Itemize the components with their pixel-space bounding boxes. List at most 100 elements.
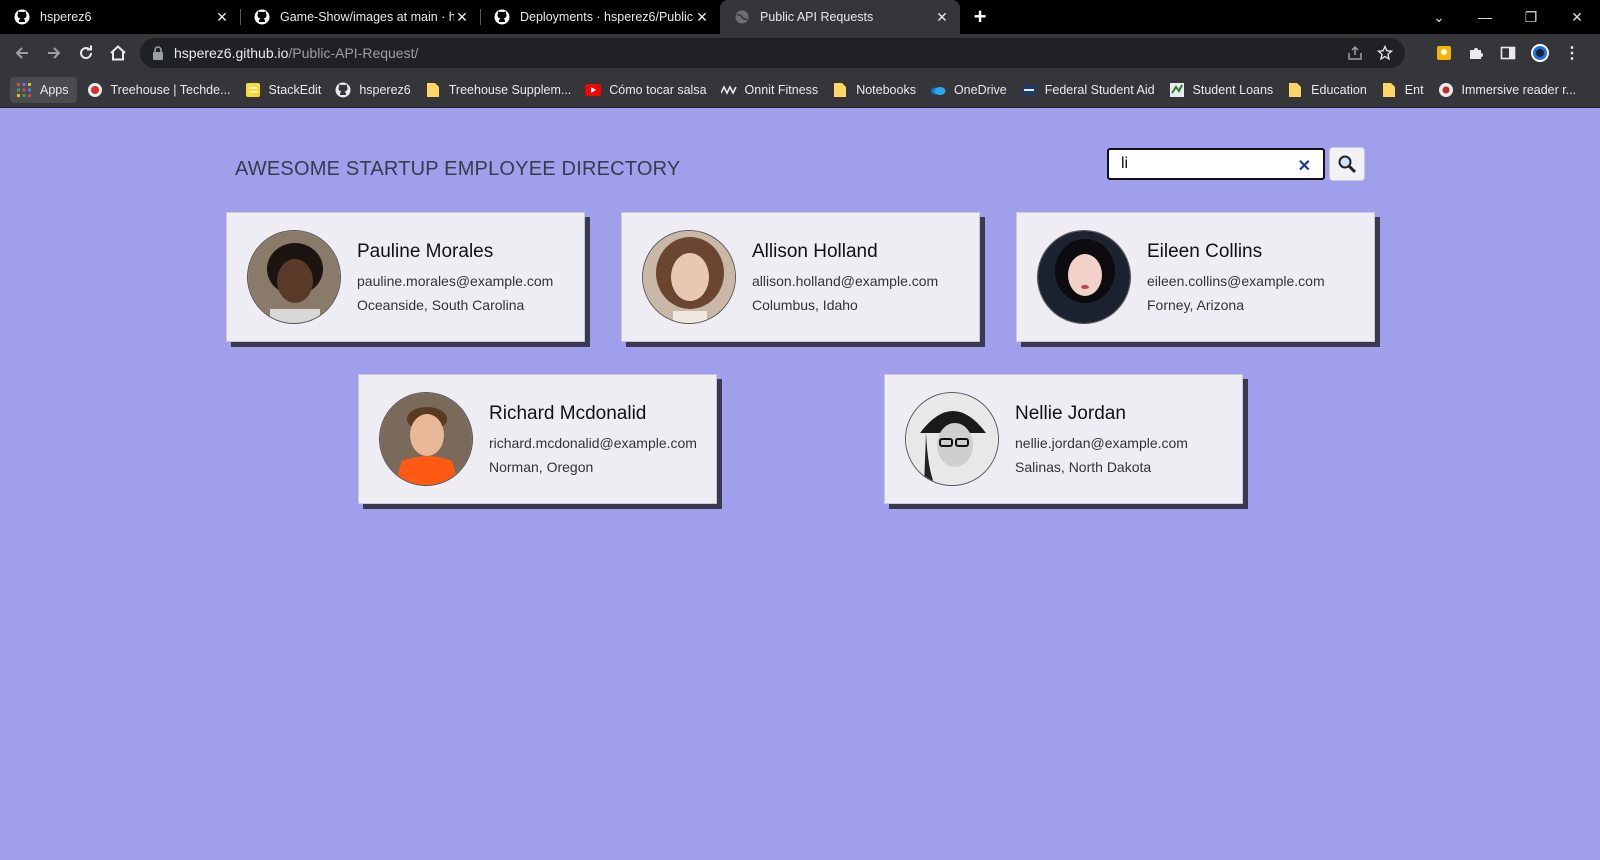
- employee-card[interactable]: Eileen Collins eileen.collins@example.co…: [1016, 212, 1375, 342]
- bookmark-stackedit[interactable]: StackEdit: [239, 77, 330, 103]
- bookmark-treehouse[interactable]: Treehouse | Techde...: [81, 77, 239, 103]
- employee-name: Richard Mcdonalid: [489, 403, 647, 424]
- employee-name: Eileen Collins: [1147, 241, 1263, 262]
- share-icon[interactable]: [1347, 45, 1363, 61]
- clear-search-icon[interactable]: ✕: [1298, 156, 1311, 176]
- bookmark-education[interactable]: Education: [1281, 77, 1375, 103]
- student-loans-icon: [1169, 82, 1185, 98]
- employee-avatar: [1037, 230, 1131, 324]
- employee-info: Richard Mcdonalid richard.mcdonalid@exam…: [489, 403, 697, 475]
- employee-card[interactable]: Richard Mcdonalid richard.mcdonalid@exam…: [358, 374, 717, 504]
- bookmark-apps[interactable]: Apps: [10, 76, 77, 103]
- tab-strip: hsperez6 ✕ Game-Show/images at main · hs…: [0, 0, 1600, 34]
- employee-name: Allison Holland: [752, 241, 878, 262]
- employee-info: Eileen Collins eileen.collins@example.co…: [1147, 241, 1325, 313]
- reader-icon: [1438, 82, 1454, 98]
- side-panel-icon[interactable]: [1496, 41, 1520, 65]
- bookmark-label: Apps: [40, 82, 69, 97]
- forward-button[interactable]: [38, 37, 70, 69]
- puzzle-icon[interactable]: [1464, 41, 1488, 65]
- bookmark-label: Ent: [1404, 82, 1424, 97]
- new-tab-button[interactable]: +: [960, 0, 1000, 34]
- tab-title: Game-Show/images at main · hsp: [280, 10, 454, 24]
- github-icon: [494, 9, 510, 25]
- tab-deployments[interactable]: Deployments · hsperez6/Public-A ✕: [480, 0, 720, 34]
- bookmark-ent[interactable]: Ent: [1375, 77, 1432, 103]
- search-button[interactable]: [1329, 147, 1365, 181]
- bookmark-label: Federal Student Aid: [1044, 82, 1155, 97]
- home-button[interactable]: [102, 37, 134, 69]
- bookmark-label: Treehouse Supplem...: [448, 82, 572, 97]
- keep-extension-icon[interactable]: [1432, 41, 1456, 65]
- url-domain: hsperez6.github.io: [174, 45, 289, 61]
- tab-game-show[interactable]: Game-Show/images at main · hsp ✕: [240, 0, 480, 34]
- close-window-icon[interactable]: ✕: [1554, 0, 1600, 34]
- address-bar[interactable]: hsperez6.github.io/Public-API-Request/: [140, 38, 1405, 68]
- onnit-icon: [720, 82, 737, 98]
- window-controls: ⌄ — ❐ ✕: [1416, 0, 1600, 34]
- minimize-icon[interactable]: —: [1462, 0, 1508, 34]
- tab-title: Deployments · hsperez6/Public-A: [520, 10, 694, 24]
- tab-search-icon[interactable]: ⌄: [1416, 0, 1462, 34]
- back-button[interactable]: [6, 37, 38, 69]
- bookmark-label: Notebooks: [856, 82, 916, 97]
- employee-avatar: [905, 392, 999, 486]
- bookmark-onnit-fitness[interactable]: Onnit Fitness: [715, 77, 827, 103]
- stackedit-icon: [245, 82, 261, 98]
- menu-kebab-icon[interactable]: ⋮: [1560, 41, 1584, 65]
- globe-icon: [735, 10, 749, 24]
- employee-info: Nellie Jordan nellie.jordan@example.com …: [1015, 403, 1188, 475]
- profile-avatar[interactable]: [1528, 41, 1552, 65]
- github-icon: [254, 9, 270, 25]
- close-icon[interactable]: ✕: [934, 9, 950, 25]
- employee-name: Pauline Morales: [357, 241, 494, 262]
- reload-button[interactable]: [70, 37, 102, 69]
- lock-icon[interactable]: [152, 46, 164, 60]
- tab-hsperez6[interactable]: hsperez6 ✕: [0, 0, 240, 34]
- home-icon: [110, 45, 126, 61]
- employee-card[interactable]: Allison Holland allison.holland@example.…: [621, 212, 980, 342]
- bookmark-federal-student-aid[interactable]: Federal Student Aid: [1015, 77, 1163, 103]
- employee-info: Pauline Morales pauline.morales@example.…: [357, 241, 553, 313]
- bookmark-label: hsperez6: [359, 82, 411, 97]
- page-content: AWESOME STARTUP EMPLOYEE DIRECTORY ✕ Pau…: [0, 108, 1600, 860]
- reload-icon: [80, 45, 93, 60]
- apps-grid-icon: [16, 82, 32, 98]
- bookmark-treehouse-supplem[interactable]: Treehouse Supplem...: [419, 77, 580, 103]
- employee-card[interactable]: Nellie Jordan nellie.jordan@example.com …: [884, 374, 1243, 504]
- bookmark-hsperez6[interactable]: hsperez6: [329, 77, 418, 103]
- arrow-right-icon: [48, 47, 61, 59]
- restore-icon[interactable]: ❐: [1508, 0, 1554, 34]
- tab-title: Public API Requests: [760, 10, 874, 24]
- bookmark-immersive-reader[interactable]: Immersive reader r...: [1432, 77, 1585, 103]
- close-icon[interactable]: ✕: [214, 9, 230, 25]
- page-title: AWESOME STARTUP EMPLOYEE DIRECTORY: [235, 158, 681, 180]
- folder-icon: [1381, 82, 1397, 98]
- close-icon[interactable]: ✕: [694, 9, 710, 25]
- employee-card[interactable]: Pauline Morales pauline.morales@example.…: [226, 212, 585, 342]
- bookmark-onedrive[interactable]: OneDrive: [924, 77, 1015, 103]
- bookmarks-bar: Apps Treehouse | Techde... StackEdit hsp…: [0, 72, 1600, 108]
- search-input[interactable]: [1121, 155, 1281, 173]
- tab-public-api-requests[interactable]: Public API Requests ✕: [720, 0, 960, 34]
- bookmark-label: Treehouse | Techde...: [110, 82, 231, 97]
- treehouse-icon: [87, 82, 103, 98]
- onedrive-icon: [930, 82, 946, 98]
- arrow-left-icon: [15, 47, 28, 59]
- close-icon[interactable]: ✕: [454, 9, 470, 25]
- employee-email: allison.holland@example.com: [752, 273, 939, 289]
- employee-location: Salinas, North Dakota: [1015, 459, 1152, 475]
- employee-location: Oceanside, South Carolina: [357, 297, 525, 313]
- employee-info: Allison Holland allison.holland@example.…: [752, 241, 938, 313]
- bookmark-label: OneDrive: [953, 82, 1007, 97]
- search-container: ✕: [1107, 148, 1325, 180]
- star-icon[interactable]: [1377, 45, 1393, 61]
- bookmark-notebooks[interactable]: Notebooks: [826, 77, 924, 103]
- employee-name: Nellie Jordan: [1015, 403, 1126, 424]
- bookmark-student-loans[interactable]: Student Loans: [1163, 77, 1282, 103]
- bookmark-label: Onnit Fitness: [744, 82, 819, 97]
- bookmark-como-tocar-salsa[interactable]: Cómo tocar salsa: [579, 77, 714, 103]
- employee-location: Forney, Arizona: [1147, 297, 1245, 313]
- bookmark-label: Cómo tocar salsa: [609, 82, 707, 97]
- fsa-icon: [1021, 82, 1037, 98]
